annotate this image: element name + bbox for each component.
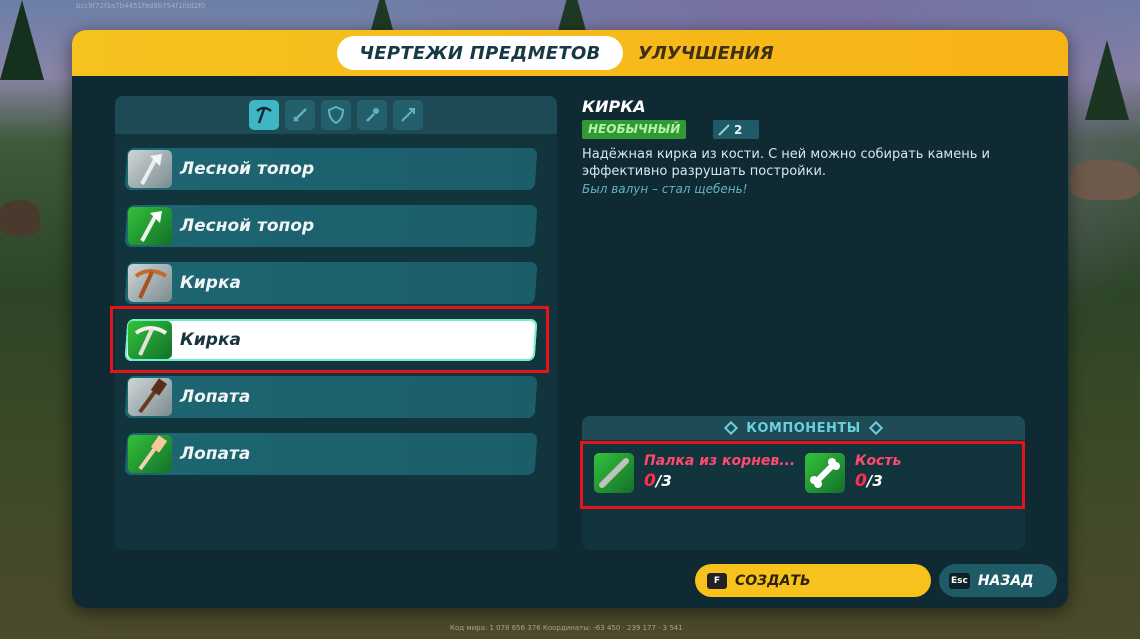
recipe-label: Лопата xyxy=(180,387,251,407)
recipe-row-selected[interactable]: Кирка xyxy=(124,319,538,361)
torch-icon xyxy=(366,108,379,122)
recipe-label: Лесной топор xyxy=(180,159,315,179)
tab-item-blueprints[interactable]: ЧЕРТЕЖИ ПРЕДМЕТОВ xyxy=(337,36,623,70)
filter-ranged-button[interactable] xyxy=(393,100,423,130)
recipe-label: Лесной топор xyxy=(180,216,315,236)
item-title: КИРКА xyxy=(582,97,646,116)
component-count: 0/3 xyxy=(855,471,883,491)
diamond-ornament-icon xyxy=(724,420,739,436)
components-header: КОМПОНЕНТЫ xyxy=(582,416,1025,440)
keybind-f: F xyxy=(707,572,727,589)
component-item[interactable]: Палка из корнев... 0/3 xyxy=(594,451,796,497)
create-label: СОЗДАТЬ xyxy=(735,572,811,589)
filter-armor-button[interactable] xyxy=(321,100,351,130)
item-description: Надёжная кирка из кости. С ней можно соб… xyxy=(582,147,990,179)
recipe-label: Кирка xyxy=(180,273,241,293)
recipe-row[interactable]: Лопата xyxy=(124,376,538,418)
create-button[interactable]: F СОЗДАТЬ xyxy=(695,564,931,597)
shield-icon xyxy=(327,105,345,125)
recipe-label: Лопата xyxy=(180,444,251,464)
filter-weapons-button[interactable] xyxy=(285,100,315,130)
tab-upgrades[interactable]: УЛУЧШЕНИЯ xyxy=(638,40,774,66)
bone-icon xyxy=(805,453,845,493)
recipe-row[interactable]: Лесной топор xyxy=(124,148,538,190)
axe-icon xyxy=(128,150,172,188)
keybind-esc: Esc xyxy=(949,572,970,589)
stick-icon xyxy=(594,453,634,493)
background-tree xyxy=(0,0,44,80)
sword-icon xyxy=(718,123,730,136)
components-title: КОМПОНЕНТЫ xyxy=(746,420,861,436)
world-info-footer: Код мира: 1 078 656 376 Координаты: -63 … xyxy=(450,624,683,632)
shovel-icon xyxy=(128,378,172,416)
back-button[interactable]: Esc НАЗАД xyxy=(939,564,1057,597)
rarity-badge: НЕОБЫЧНЫЙ xyxy=(582,120,687,139)
sword-icon xyxy=(293,108,307,122)
pickaxe-icon xyxy=(128,264,172,302)
filter-tools-button[interactable] xyxy=(249,100,279,130)
components-pane: КОМПОНЕНТЫ Палка из корнев... 0/3 Кость … xyxy=(582,416,1025,550)
pickaxe-icon xyxy=(256,106,272,124)
shovel-icon xyxy=(128,435,172,473)
recipe-row[interactable]: Кирка xyxy=(124,262,538,304)
recipe-row[interactable]: Лопата xyxy=(124,433,538,475)
panel-header: ЧЕРТЕЖИ ПРЕДМЕТОВ УЛУЧШЕНИЯ xyxy=(72,30,1068,76)
item-flavor-text: Был валун – стал щебень! xyxy=(582,182,748,196)
pickaxe-icon xyxy=(128,321,172,359)
filter-torch-button[interactable] xyxy=(357,100,387,130)
back-label: НАЗАД xyxy=(977,572,1034,589)
power-value: 2 xyxy=(734,122,743,137)
recipe-row[interactable]: Лесной топор xyxy=(124,205,538,247)
component-name: Кость xyxy=(855,453,902,469)
arrow-icon xyxy=(401,108,415,122)
crafting-panel: ЧЕРТЕЖИ ПРЕДМЕТОВ УЛУЧШЕНИЯ Лесной топор… xyxy=(72,30,1068,608)
axe-icon xyxy=(128,207,172,245)
world-id-text: bcc9f72f3a7b4451f9d9b754f1fdd2f0 xyxy=(76,2,206,10)
background-rock xyxy=(0,200,40,236)
power-badge: 2 xyxy=(713,120,759,139)
background-tree xyxy=(1085,40,1129,120)
component-count: 0/3 xyxy=(644,471,672,491)
background-rock xyxy=(1070,160,1140,200)
category-filter-bar xyxy=(115,96,557,134)
recipe-label: Кирка xyxy=(180,330,241,350)
component-item[interactable]: Кость 0/3 xyxy=(805,451,1005,497)
diamond-ornament-icon xyxy=(868,420,883,436)
component-name: Палка из корнев... xyxy=(644,453,796,469)
